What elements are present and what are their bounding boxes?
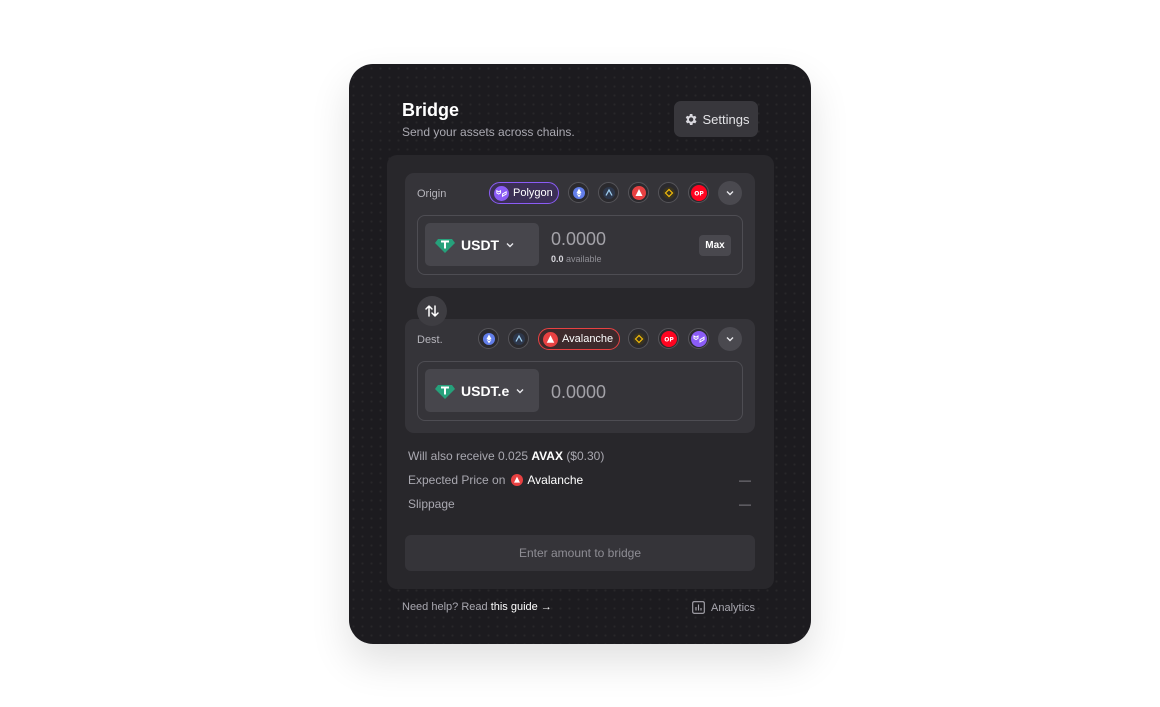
page-title: Bridge xyxy=(402,100,460,120)
guide-link[interactable]: this guide → xyxy=(491,601,552,613)
analytics-link[interactable]: Analytics xyxy=(692,601,755,614)
ethereum-icon xyxy=(482,332,495,345)
origin-label: Origin xyxy=(417,188,447,200)
origin-chain-ethereum[interactable] xyxy=(568,182,589,203)
avalanche-icon xyxy=(511,474,524,486)
origin-chain-avalanche[interactable] xyxy=(628,182,649,203)
dest-chain-optimism[interactable]: OP xyxy=(658,328,679,349)
origin-token-label: USDT xyxy=(461,236,500,253)
dest-chain-avalanche-selected[interactable]: Avalanche xyxy=(538,328,620,350)
destination-token-selector[interactable]: USDT.e xyxy=(425,369,539,412)
expected-price-chain: Avalanche xyxy=(527,473,584,487)
dest-chain-arbitrum[interactable] xyxy=(508,328,529,349)
swap-direction-button[interactable] xyxy=(417,296,447,326)
bridge-card: Bridge Send your assets across chains. S… xyxy=(349,64,811,644)
swap-arrows-icon xyxy=(424,303,440,319)
bar-chart-icon xyxy=(692,601,705,614)
polygon-icon xyxy=(690,330,707,347)
chevron-down-icon xyxy=(515,386,525,396)
polygon-icon xyxy=(494,185,509,201)
origin-chain-arbitrum[interactable] xyxy=(598,182,619,203)
max-button[interactable]: Max xyxy=(699,235,731,256)
origin-selected-chain-label: Polygon xyxy=(513,187,553,199)
optimism-icon: OP xyxy=(660,330,677,347)
origin-token-selector[interactable]: USDT xyxy=(425,223,539,266)
bnb-icon xyxy=(662,186,675,199)
expected-price-value: — xyxy=(739,473,751,487)
receive-extra-info: Will also receive 0.025 AVAX ($0.30) xyxy=(408,449,605,463)
bridge-panel: Origin Polygon OP USDT 0.0000 0.0 availa… xyxy=(387,155,774,589)
ethereum-icon xyxy=(572,186,585,199)
tether-icon xyxy=(435,381,455,401)
dest-chain-bnb[interactable] xyxy=(628,328,649,349)
arbitrum-icon xyxy=(602,186,615,199)
chevron-down-icon xyxy=(725,188,735,198)
origin-amount-input[interactable]: 0.0000 xyxy=(551,229,606,250)
settings-label: Settings xyxy=(702,111,750,127)
destination-section: Dest. Avalanche OP USDT.e 0.0000 xyxy=(405,319,755,433)
help-text: Need help? Read this guide → xyxy=(402,601,552,613)
dest-selected-chain-label: Avalanche xyxy=(562,333,614,345)
settings-button[interactable]: Settings xyxy=(674,101,758,137)
origin-chain-polygon-selected[interactable]: Polygon xyxy=(489,182,559,204)
avalanche-icon xyxy=(543,331,558,347)
origin-amount-box: USDT 0.0000 0.0 available Max xyxy=(417,215,743,275)
bridge-button[interactable]: Enter amount to bridge xyxy=(405,535,755,571)
origin-chain-optimism[interactable]: OP xyxy=(688,182,709,203)
destination-token-label: USDT.e xyxy=(461,382,510,399)
origin-chain-row: Origin Polygon OP xyxy=(405,173,755,205)
avalanche-icon xyxy=(631,185,646,200)
destination-amount-box: USDT.e 0.0000 xyxy=(417,361,743,421)
chevron-down-icon xyxy=(725,334,735,344)
destination-amount-output: 0.0000 xyxy=(551,382,607,402)
origin-section: Origin Polygon OP USDT 0.0000 0.0 availa… xyxy=(405,173,755,288)
slippage-value: — xyxy=(739,497,751,511)
expected-price-label: Expected Price on xyxy=(408,473,506,487)
dest-chain-ethereum[interactable] xyxy=(478,328,499,349)
svg-text:OP: OP xyxy=(664,336,674,343)
destination-label: Dest. xyxy=(417,334,443,346)
chevron-down-icon xyxy=(505,240,515,250)
origin-available-balance: 0.0 available xyxy=(551,254,602,264)
gear-icon xyxy=(683,112,698,127)
tether-icon xyxy=(435,235,455,255)
dest-chain-polygon[interactable] xyxy=(688,328,709,349)
expected-price-row: Expected Price on Avalanche xyxy=(408,473,583,487)
origin-more-chains-button[interactable] xyxy=(718,181,742,205)
bnb-icon xyxy=(632,332,645,345)
optimism-icon: OP xyxy=(690,184,707,201)
svg-text:OP: OP xyxy=(694,190,704,197)
page-subtitle: Send your assets across chains. xyxy=(402,125,575,139)
analytics-label: Analytics xyxy=(711,601,756,614)
slippage-label: Slippage xyxy=(408,497,455,511)
arbitrum-icon xyxy=(512,332,525,345)
destination-chain-row: Dest. Avalanche OP xyxy=(405,319,755,351)
origin-chain-bnb[interactable] xyxy=(658,182,679,203)
dest-more-chains-button[interactable] xyxy=(718,327,742,351)
